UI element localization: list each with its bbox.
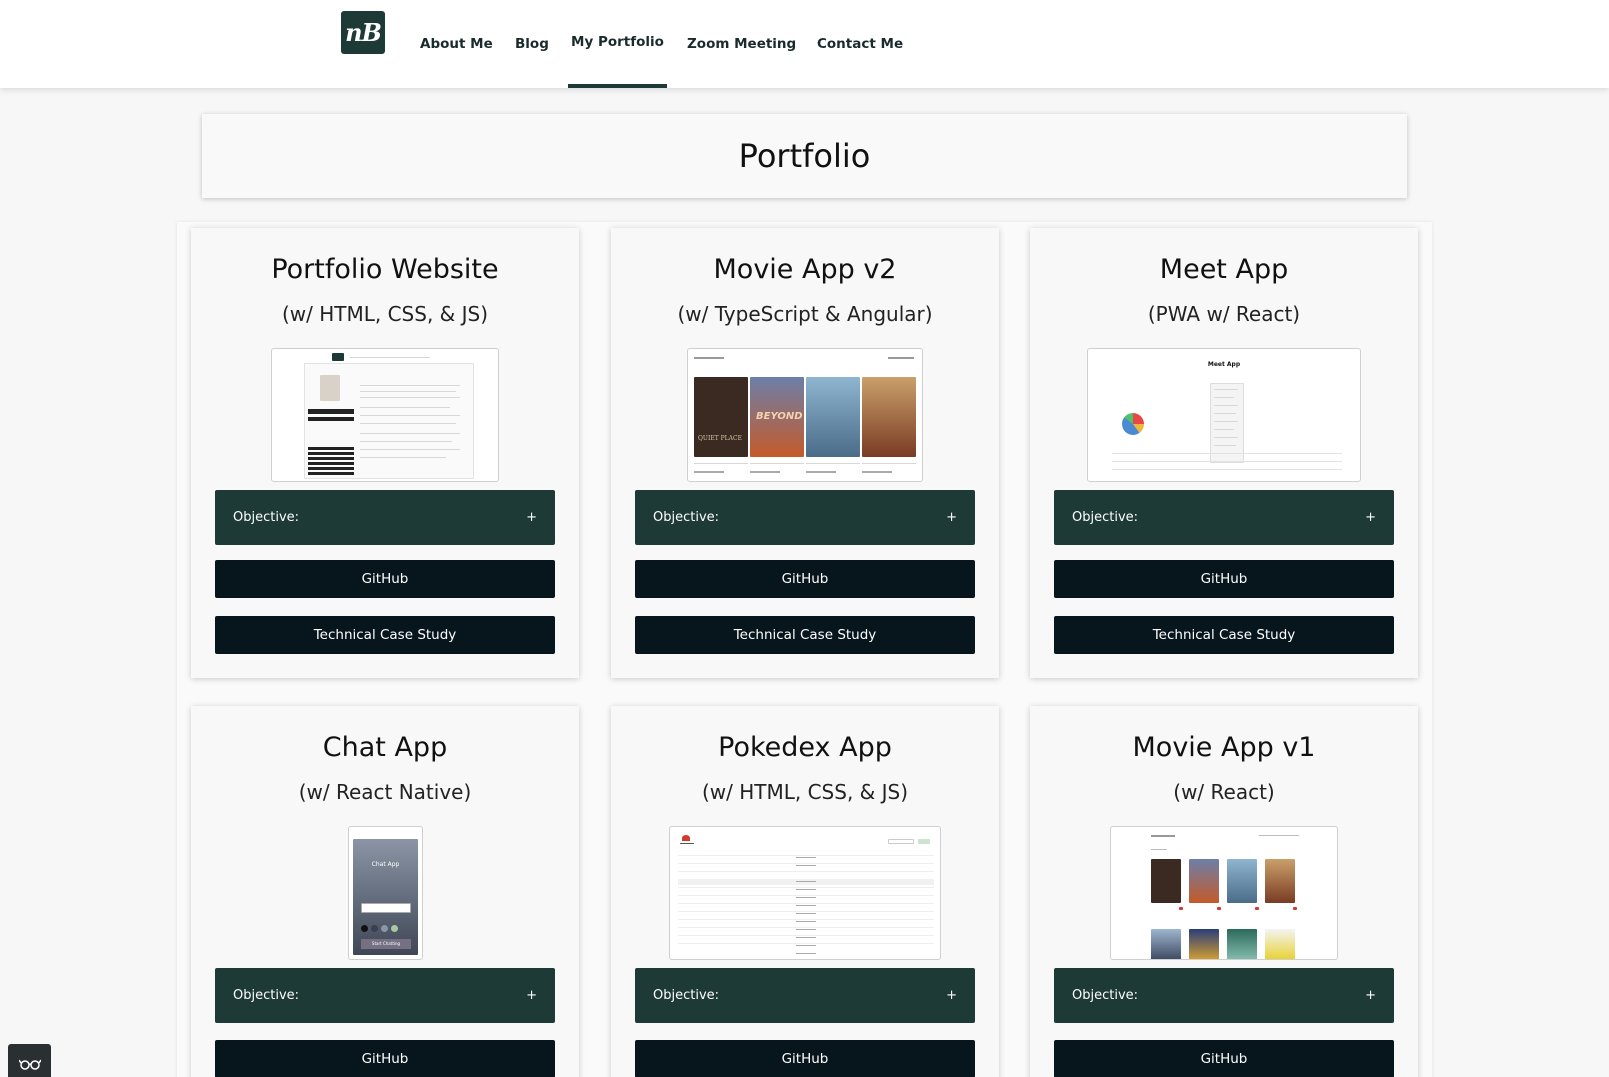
nav-label: Blog [515,36,549,52]
objective-accordion[interactable]: Objective: + [215,490,555,545]
project-title: Portfolio Website [271,254,499,285]
technical-case-study-button[interactable]: Technical Case Study [215,616,555,654]
expand-plus-icon: + [1365,988,1376,1003]
objective-label: Objective: [233,988,300,1003]
objective-label: Objective: [1072,510,1139,525]
expand-plus-icon: + [1365,510,1376,525]
project-screenshot[interactable] [669,826,941,960]
page-title: Portfolio [738,137,871,175]
project-title: Chat App [322,732,448,763]
technical-case-study-button[interactable]: Technical Case Study [635,616,975,654]
project-title: Movie App v1 [1132,732,1316,763]
poster-caption: BEYOND [756,411,803,422]
top-navigation-bar: nB About Me Blog My Portfolio Zoom Meeti… [0,0,1609,88]
expand-plus-icon: + [526,988,537,1003]
project-card-pokedex-app: Pokedex App (w/ HTML, CSS, & JS) Objecti… [611,706,999,1077]
objective-accordion[interactable]: Objective: + [635,490,975,545]
thumb-start-button: Start Chatting [361,939,411,949]
github-button[interactable]: GitHub [635,1040,975,1077]
objective-label: Objective: [233,510,300,525]
site-logo[interactable]: nB [341,11,385,54]
github-button[interactable]: GitHub [1054,1040,1394,1077]
github-button[interactable]: GitHub [1054,560,1394,598]
pie-chart-thumb [1122,413,1144,435]
active-tab-underline [568,84,667,88]
project-screenshot[interactable] [1110,826,1338,960]
objective-accordion[interactable]: Objective: + [635,968,975,1023]
technical-case-study-button[interactable]: Technical Case Study [1054,616,1394,654]
project-card-meet-app: Meet App (PWA w/ React) Meet App Objecti… [1030,228,1418,678]
project-screenshot[interactable]: Meet App [1087,348,1361,482]
github-button[interactable]: GitHub [215,1040,555,1077]
objective-accordion[interactable]: Objective: + [215,968,555,1023]
poster-caption: QUIET PLACE [698,435,742,442]
accessibility-widget-button[interactable] [8,1044,51,1077]
project-subtitle: (w/ HTML, CSS, & JS) [281,302,489,326]
expand-plus-icon: + [526,510,537,525]
objective-label: Objective: [653,510,720,525]
page-title-box: Portfolio [202,114,1407,198]
project-card-chat-app: Chat App (w/ React Native) Chat App Star… [191,706,579,1077]
nav-label: About Me [420,36,493,52]
nav-label: My Portfolio [571,34,664,50]
portfolio-grid: Portfolio Website (w/ HTML, CSS, & JS) O… [177,222,1432,1077]
thumb-app-title: Chat App [371,861,400,868]
expand-plus-icon: + [946,988,957,1003]
nav-contact-me[interactable]: Contact Me [817,0,903,88]
project-card-portfolio-website: Portfolio Website (w/ HTML, CSS, & JS) O… [191,228,579,678]
github-button[interactable]: GitHub [635,560,975,598]
project-subtitle: (w/ React) [1173,780,1275,804]
project-subtitle: (w/ HTML, CSS, & JS) [701,780,909,804]
project-subtitle: (w/ TypeScript & Angular) [677,302,933,326]
thumb-app-title: Meet App [1207,361,1241,368]
project-title: Meet App [1159,254,1289,285]
project-title: Pokedex App [718,732,892,763]
project-card-movie-app-v1: Movie App v1 (w/ React) Objective: + Git… [1030,706,1418,1077]
objective-label: Objective: [653,988,720,1003]
project-subtitle: (w/ React Native) [298,780,472,804]
project-screenshot[interactable]: QUIET PLACE BEYOND [687,348,923,482]
glasses-icon [18,1059,41,1070]
nav-my-portfolio[interactable]: My Portfolio [568,0,667,88]
nav-about-me[interactable]: About Me [420,0,493,88]
project-card-movie-app-v2: Movie App v2 (w/ TypeScript & Angular) Q… [611,228,999,678]
github-button[interactable]: GitHub [215,560,555,598]
objective-accordion[interactable]: Objective: + [1054,490,1394,545]
project-subtitle: (PWA w/ React) [1147,302,1301,326]
objective-label: Objective: [1072,988,1139,1003]
project-title: Movie App v2 [713,254,897,285]
nav-zoom-meeting[interactable]: Zoom Meeting [687,0,796,88]
objective-accordion[interactable]: Objective: + [1054,968,1394,1023]
expand-plus-icon: + [946,510,957,525]
project-screenshot[interactable]: Chat App Start Chatting [348,826,423,960]
project-screenshot[interactable] [271,348,499,482]
nav-label: Contact Me [817,36,904,52]
nav-label: Zoom Meeting [687,36,797,52]
nav-blog[interactable]: Blog [515,0,549,88]
